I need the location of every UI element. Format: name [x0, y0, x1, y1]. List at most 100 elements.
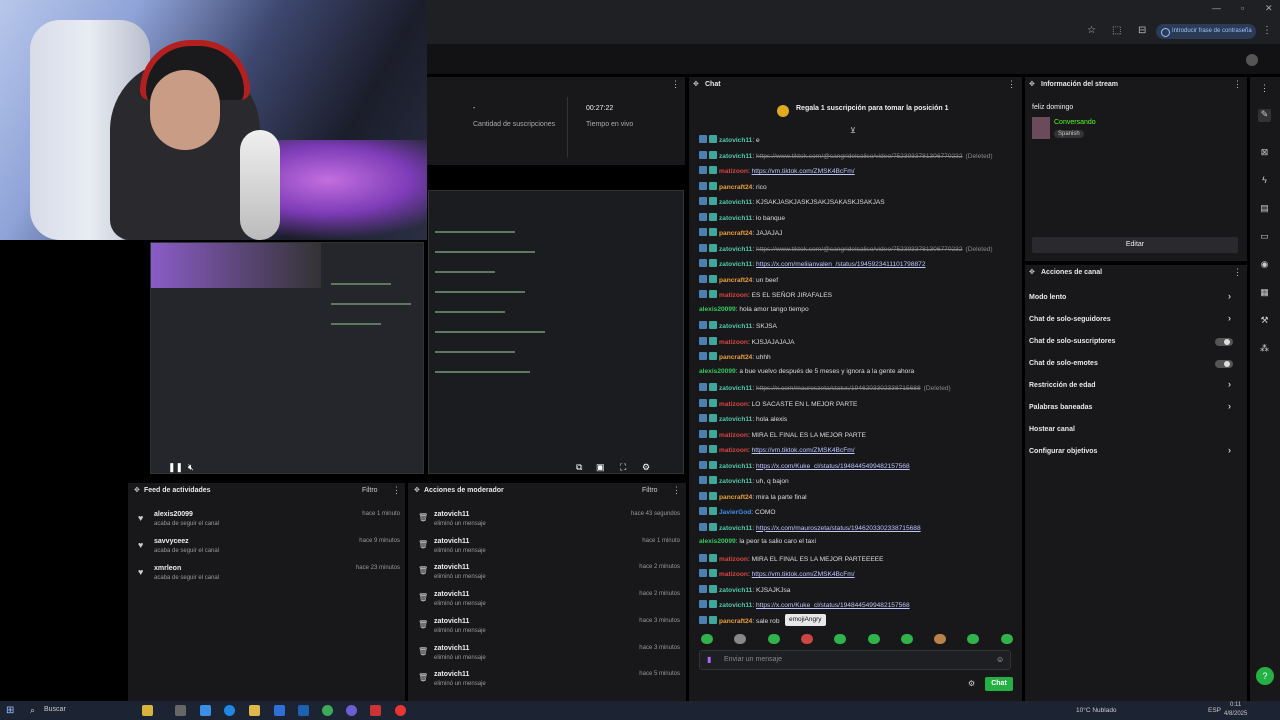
- feed-menu-icon[interactable]: ⋮: [392, 485, 401, 496]
- chevron-right-icon[interactable]: ›: [1228, 291, 1231, 301]
- chat-bubble-icon[interactable]: ▭: [1258, 231, 1271, 244]
- chat-username[interactable]: matizoon: [719, 432, 748, 439]
- word-icon[interactable]: [298, 705, 309, 716]
- chat-link[interactable]: https://vm.tiktok.com/ZMSK4BcFm/: [752, 447, 855, 454]
- chat-username[interactable]: matizoon: [719, 339, 748, 346]
- chat-message[interactable]: zatovich11: https://www.tiktok.com/@cang…: [699, 243, 993, 253]
- broadcast-icon[interactable]: ◉: [1258, 259, 1271, 272]
- chevron-right-icon[interactable]: ›: [1228, 313, 1231, 323]
- chat-username[interactable]: zatovich11: [719, 246, 752, 253]
- chat-username[interactable]: zatovich11: [719, 261, 752, 268]
- clip-icon[interactable]: ⧉: [576, 462, 582, 473]
- chat-link[interactable]: https://x.com/meliianvalen_/status/19459…: [756, 261, 925, 268]
- chat-link[interactable]: https://www.tiktok.com/@cangridelcaliso/…: [756, 246, 962, 253]
- mod-user[interactable]: zatovich11: [434, 538, 469, 545]
- chat-username[interactable]: alexis20099: [699, 306, 736, 313]
- info-menu-icon[interactable]: ⋮: [1233, 79, 1242, 90]
- chat-link[interactable]: https://vm.tiktok.com/ZMSK4BcFm/: [752, 571, 855, 578]
- channel-action[interactable]: Chat de solo-seguidores ›: [1029, 313, 1239, 323]
- layout-icon[interactable]: ▦: [1258, 287, 1271, 300]
- chat-username[interactable]: zatovich11: [719, 478, 752, 485]
- chat-username[interactable]: matizoon: [719, 556, 748, 563]
- search-icon[interactable]: ⌕: [30, 705, 35, 716]
- chat-message[interactable]: zatovich11: https://x.com/mauroszeta/sta…: [699, 522, 921, 532]
- chat-username[interactable]: JavierGod: [719, 509, 751, 516]
- chat-message[interactable]: pancraft24: sale rob: [699, 615, 780, 625]
- chat-settings-icon[interactable]: ⚙: [968, 679, 975, 688]
- chat-username[interactable]: matizoon: [719, 401, 748, 408]
- emoji-icon[interactable]: ☺: [996, 655, 1004, 664]
- panel-menu-icon[interactable]: ⋮: [671, 79, 680, 90]
- toggle-switch[interactable]: [1215, 360, 1233, 368]
- emote-icon[interactable]: [734, 634, 747, 644]
- chat-message[interactable]: alexis20099: hola amor tango tiempo: [699, 306, 809, 313]
- chat-username[interactable]: zatovich11: [719, 587, 752, 594]
- clock-time[interactable]: 0:11: [1230, 702, 1241, 708]
- network-icon[interactable]: ⁂: [1258, 343, 1271, 356]
- chat-message[interactable]: zatovich11: https://x.com/Kuke_cl/status…: [699, 600, 910, 609]
- feed-user[interactable]: savvyceez: [154, 538, 189, 545]
- category-name[interactable]: Conversando: [1054, 119, 1096, 126]
- mod-user[interactable]: zatovich11: [434, 591, 469, 598]
- edge-icon[interactable]: [224, 705, 235, 716]
- avatar[interactable]: [1246, 54, 1258, 66]
- chat-link[interactable]: https://www.tiktok.com/@cangridelcaliso/…: [756, 153, 962, 160]
- language-indicator[interactable]: ESP: [1208, 707, 1221, 714]
- chat-username[interactable]: alexis20099: [699, 538, 736, 545]
- pause-icon[interactable]: ❚❚: [168, 462, 183, 473]
- windows-icon[interactable]: ⊞: [6, 705, 14, 716]
- chevron-right-icon[interactable]: ›: [1228, 401, 1231, 411]
- settings-icon[interactable]: ⚙: [642, 462, 650, 473]
- chat-username[interactable]: matizoon: [719, 292, 748, 299]
- chat-username[interactable]: pancraft24: [719, 618, 752, 625]
- chat-message[interactable]: zatovich11: lo banque: [699, 212, 785, 222]
- chat-username[interactable]: zatovich11: [719, 323, 752, 330]
- mod-filter-button[interactable]: Filtro: [642, 487, 658, 494]
- extensions-icon[interactable]: ⬚: [1112, 25, 1121, 36]
- drag-icon[interactable]: ✥: [1029, 80, 1035, 88]
- channel-action[interactable]: Restricción de edad ›: [1029, 379, 1239, 389]
- chat-message[interactable]: matizoon: KJSJAJAJAJA: [699, 336, 795, 346]
- record-icon[interactable]: [395, 705, 406, 716]
- edit-icon[interactable]: ✎: [1258, 109, 1271, 122]
- chat-message[interactable]: pancraft24: mira la parte final: [699, 491, 807, 501]
- toggle-switch[interactable]: [1215, 338, 1233, 346]
- drag-icon[interactable]: ✥: [693, 80, 699, 88]
- emote-icon[interactable]: [867, 634, 880, 644]
- emote-icon[interactable]: [900, 634, 913, 644]
- chrome-icon[interactable]: [322, 705, 333, 716]
- chat-message[interactable]: zatovich11: hola alexis: [699, 414, 787, 423]
- fullscreen-icon[interactable]: ⛶: [620, 462, 626, 473]
- mic-icon[interactable]: ▮: [707, 655, 711, 664]
- mod-user[interactable]: zatovich11: [434, 671, 469, 678]
- chat-message[interactable]: matizoon: https://vm.tiktok.com/ZMSK4BcF…: [699, 445, 855, 454]
- camera-icon[interactable]: ▣: [596, 462, 605, 473]
- channel-action[interactable]: Configurar objetivos ›: [1029, 445, 1239, 455]
- weather[interactable]: 10°C Nublado: [1076, 707, 1117, 714]
- channel-action[interactable]: Chat de solo-emotes: [1029, 360, 1239, 368]
- doc-icon[interactable]: ▤: [1258, 203, 1271, 216]
- chat-message[interactable]: zatovich11: uh, q bajon: [699, 476, 789, 485]
- taskbar-search[interactable]: Buscar: [44, 706, 66, 713]
- app-icon[interactable]: [370, 705, 381, 716]
- chat-username[interactable]: zatovich11: [719, 385, 752, 392]
- chat-message[interactable]: JavierGod: COMO: [699, 507, 775, 516]
- channel-action[interactable]: Hostear canal: [1029, 426, 1239, 433]
- chat-link[interactable]: https://vm.tiktok.com/ZMSK4BcFm/: [752, 168, 855, 175]
- chat-username[interactable]: pancraft24: [719, 354, 752, 361]
- taskview-icon[interactable]: [175, 705, 186, 716]
- emote-icon[interactable]: [967, 634, 980, 644]
- store-icon[interactable]: [274, 705, 285, 716]
- chat-input[interactable]: Enviar un mensaje: [699, 650, 1011, 670]
- chat-username[interactable]: zatovich11: [719, 153, 752, 160]
- chat-message[interactable]: zatovich11: https://www.tiktok.com/@cang…: [699, 150, 993, 160]
- chat-username[interactable]: zatovich11: [719, 416, 752, 423]
- maximize-icon[interactable]: ▫: [1241, 3, 1244, 13]
- chat-message[interactable]: pancraft24: JAJAJAJ: [699, 228, 782, 237]
- emote-icon[interactable]: [800, 634, 813, 644]
- chat-message[interactable]: matizoon: ES EL SEÑOR JIRAFALES: [699, 290, 832, 299]
- chat-username[interactable]: zatovich11: [719, 215, 752, 222]
- explorer-icon[interactable]: [249, 705, 260, 716]
- chevron-right-icon[interactable]: ›: [1228, 379, 1231, 389]
- chat-message[interactable]: zatovich11: KJSAJKJsa: [699, 584, 790, 594]
